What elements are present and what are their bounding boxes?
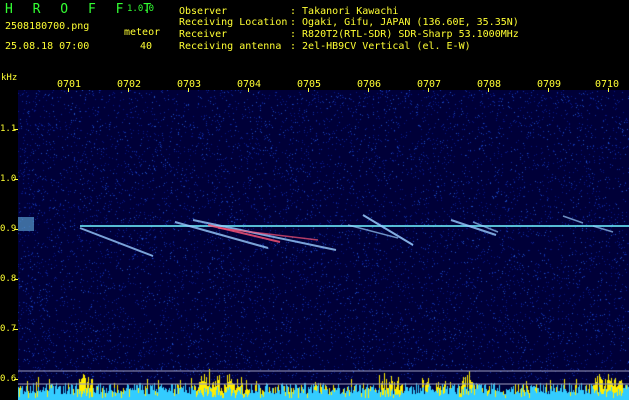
spectrogram-traces: [18, 214, 629, 385]
x-tick-label: 0704: [237, 79, 262, 90]
receiver-value: : R820T2(RTL-SDR) SDR-Sharp 53.1000MHz: [290, 29, 519, 40]
file-name: 2508180700.png: [5, 21, 90, 32]
x-tick: [548, 88, 549, 92]
meteor-count: 40: [140, 41, 153, 52]
observer-label: Observer: [179, 6, 228, 17]
x-tick-label: 0702: [117, 79, 142, 90]
x-tick: [248, 88, 249, 92]
antenna-label: Receiving antenna: [179, 41, 282, 52]
receiver-label: Receiver: [179, 29, 228, 40]
spectrogram-plot: [18, 90, 629, 400]
x-tick-label: 0708: [477, 79, 502, 90]
meteor-trace: [79, 227, 154, 257]
meteor-trace: [562, 215, 584, 224]
x-tick: [308, 88, 309, 92]
x-tick-label: 0709: [537, 79, 562, 90]
x-tick-label: 0706: [357, 79, 382, 90]
y-tick: [14, 179, 18, 180]
x-tick: [128, 88, 129, 92]
location-label: Receiving Location: [179, 17, 288, 28]
y-tick: [14, 329, 18, 330]
app-version: 1.0.0: [127, 4, 155, 14]
x-tick-label: 0705: [297, 79, 322, 90]
observer-value: : Takanori Kawachi: [290, 6, 399, 17]
meteor-trace: [192, 219, 337, 251]
y-tick: [14, 279, 18, 280]
x-tick-label: 0703: [177, 79, 202, 90]
x-tick-label: 0707: [417, 79, 442, 90]
x-tick: [68, 88, 69, 92]
x-tick: [608, 88, 609, 92]
x-tick: [188, 88, 189, 92]
x-tick: [488, 88, 489, 92]
header-panel: H R O F F T 1.0.0 2508180700.png meteor …: [0, 0, 629, 60]
antenna-value: : 2el-HB9CV Vertical (el. E-W): [290, 41, 471, 52]
y-axis-unit: kHz: [1, 73, 18, 83]
datetime: 25.08.18 07:00: [5, 41, 90, 52]
carrier-origin-blob: [18, 217, 34, 231]
x-tick: [428, 88, 429, 92]
x-tick-label: 0701: [57, 79, 82, 90]
y-tick: [14, 129, 18, 130]
y-tick: [14, 379, 18, 380]
location-value: : Ogaki, Gifu, JAPAN (136.60E, 35.35N): [290, 17, 519, 28]
meteor-trace: [362, 214, 414, 246]
x-tick: [368, 88, 369, 92]
y-tick: [14, 229, 18, 230]
meteor-label: meteor: [124, 27, 161, 38]
